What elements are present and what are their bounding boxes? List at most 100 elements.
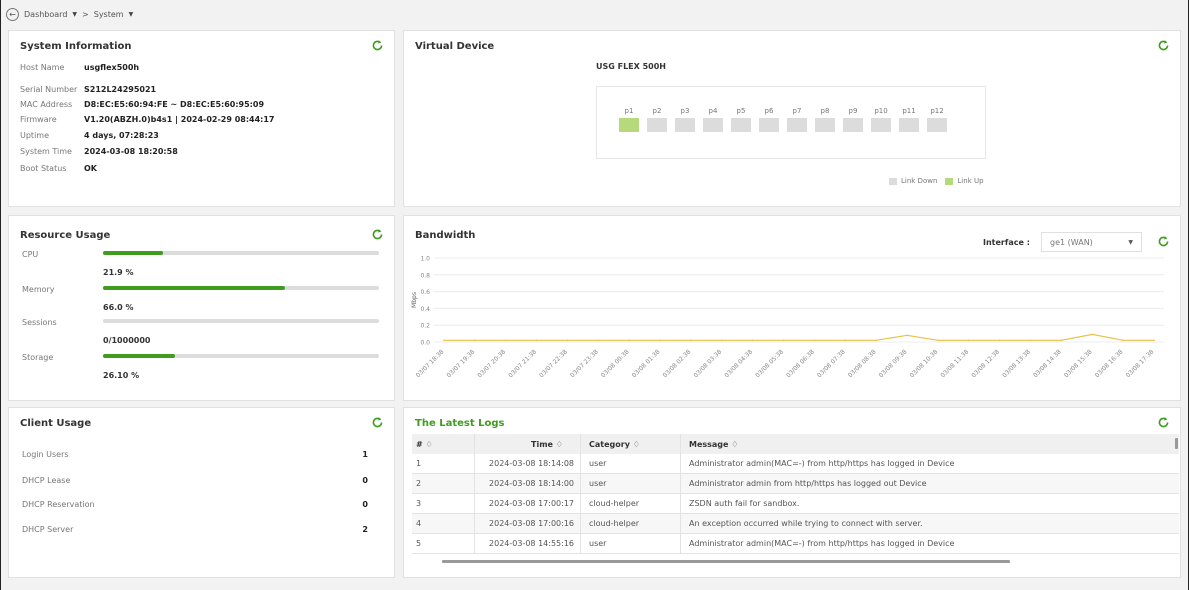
panel-title: Bandwidth [415, 230, 476, 241]
logs-cell: 4 [416, 519, 422, 528]
system-info-label: Host Name [20, 63, 65, 72]
port-p3[interactable]: p3 [675, 107, 695, 132]
table-row[interactable]: 4 2024-03-08 17:00:16 cloud-helper An excep… [412, 513, 1179, 534]
y-tick-label: 0.0 [420, 340, 430, 347]
logs-cell: ZSDN auth fail for sandbox. [680, 493, 1179, 514]
x-tick-label: 03/08 04:38 [723, 348, 754, 379]
chevron-down-icon[interactable]: ▼ [129, 11, 134, 18]
port-p9[interactable]: p9 [843, 107, 863, 132]
port-label: p6 [764, 107, 774, 115]
resource-label: Storage [22, 353, 54, 362]
logs-cell: user [580, 473, 680, 494]
logs-vertical-scrollbar[interactable] [1175, 438, 1178, 449]
data-point [535, 339, 538, 342]
data-point [1060, 339, 1063, 342]
refresh-icon[interactable] [1157, 39, 1170, 52]
resource-bar [103, 286, 379, 290]
data-point [906, 334, 908, 337]
logs-column-header[interactable]: Time ♢ [474, 434, 580, 454]
client-usage-value: 0 [362, 500, 368, 509]
port-p2[interactable]: p2 [647, 107, 667, 132]
breadcrumb: ← Dashboard ▼ > System ▼ [6, 6, 133, 22]
data-point [721, 339, 723, 342]
port-label: p9 [848, 107, 858, 115]
port-label: p8 [820, 107, 830, 115]
table-row[interactable]: 5 2024-03-08 14:55:16 user Administrator ad… [412, 533, 1179, 554]
x-tick-label: 03/08 03:38 [692, 348, 723, 379]
virtual-device-panel: Virtual Device USG FLEX 500H p1 p2 p3 p4 p5 p… [403, 30, 1181, 207]
port-p4[interactable]: p4 [703, 107, 723, 132]
logs-cell: 2024-03-08 17:00:17 [474, 493, 580, 514]
x-tick-label: 03/08 10:38 [909, 348, 940, 379]
logs-cell: user [580, 453, 680, 474]
data-point [504, 339, 507, 342]
logs-cell: 2024-03-08 14:55:16 [474, 533, 580, 554]
port-status-indicator [927, 118, 947, 132]
logs-cell: 3 [416, 499, 422, 508]
data-point [1029, 339, 1032, 342]
back-icon[interactable]: ← [6, 7, 19, 21]
port-p6[interactable]: p6 [759, 107, 779, 132]
port-p7[interactable]: p7 [787, 107, 807, 132]
table-row[interactable]: 3 2024-03-08 17:00:17 cloud-helper ZSDN aut… [412, 493, 1179, 514]
y-tick-label: 0.8 [420, 272, 430, 279]
x-tick-label: 03/07 20:38 [476, 348, 507, 379]
chevron-down-icon[interactable]: ▼ [72, 11, 77, 18]
port-status-indicator [787, 118, 807, 132]
x-tick-label: 03/07 23:38 [569, 348, 600, 379]
data-point [474, 339, 476, 342]
data-point [443, 339, 445, 342]
port-p10[interactable]: p10 [871, 107, 891, 132]
data-point [782, 339, 785, 342]
port-p1[interactable]: p1 [619, 107, 639, 132]
data-point [690, 339, 692, 342]
system-info-row: Firmware V1.20(ABZH.0)b4s1 | 2024-02-29 0… [20, 115, 275, 124]
x-tick-label: 03/08 01:38 [631, 348, 662, 379]
table-row[interactable]: 1 2024-03-08 18:14:08 user Administrator ad… [412, 453, 1179, 474]
logs-column-header[interactable]: # ♢ [412, 434, 474, 454]
port-p5[interactable]: p5 [731, 107, 751, 132]
chevron-down-icon: ▼ [1128, 238, 1133, 246]
breadcrumb-system[interactable]: System [94, 10, 124, 19]
logs-horizontal-scrollbar[interactable] [442, 560, 1010, 563]
series-line [444, 333, 1154, 341]
logs-cell: Administrator admin(MAC=-) from http/htt… [680, 533, 1179, 554]
port-status-indicator [899, 118, 919, 132]
port-p8[interactable]: p8 [815, 107, 835, 132]
port-label: p3 [680, 107, 690, 115]
refresh-icon[interactable] [371, 416, 384, 429]
port-p11[interactable]: p11 [899, 107, 919, 132]
system-info-value: V1.20(ABZH.0)b4s1 | 2024-02-29 08:44:17 [84, 115, 275, 124]
x-tick-label: 03/07 18:38 [415, 348, 446, 379]
system-info-value: 4 days, 07:28:23 [84, 131, 159, 140]
refresh-icon[interactable] [1157, 235, 1170, 248]
table-row[interactable]: 2 2024-03-08 18:14:00 user Administrator ad… [412, 473, 1179, 494]
x-tick-label: 03/08 00:38 [600, 348, 631, 379]
panel-title: Virtual Device [415, 41, 495, 52]
system-info-row: Host Name usgflex500h [20, 63, 139, 72]
refresh-icon[interactable] [1157, 416, 1170, 429]
refresh-icon[interactable] [371, 228, 384, 241]
logs-cell: Administrator admin(MAC=-) from http/htt… [680, 453, 1179, 474]
port-status-indicator [815, 118, 835, 132]
x-tick-label: 03/08 09:38 [878, 348, 909, 379]
system-info-label: System Time [20, 147, 72, 156]
data-point [967, 339, 970, 342]
port-status-indicator [675, 118, 695, 132]
data-point [1153, 339, 1155, 342]
interface-select[interactable]: ge1 (WAN) ▼ [1041, 232, 1142, 252]
system-info-label: Uptime [20, 131, 50, 140]
port-status-indicator [759, 118, 779, 132]
logs-cell: cloud-helper [580, 513, 680, 534]
refresh-icon[interactable] [371, 39, 384, 52]
port-label: p12 [930, 107, 944, 115]
data-point [628, 339, 631, 342]
logs-column-header[interactable]: Message ♢ [680, 434, 1179, 454]
breadcrumb-dashboard[interactable]: Dashboard [24, 10, 67, 19]
logs-column-header[interactable]: Category ♢ [580, 434, 680, 454]
x-tick-label: 03/07 21:38 [507, 348, 538, 379]
y-tick-label: 0.4 [420, 306, 430, 313]
client-usage-value: 0 [362, 476, 368, 485]
port-p12[interactable]: p12 [927, 107, 947, 132]
system-info-value: S212L24295021 [84, 85, 157, 94]
